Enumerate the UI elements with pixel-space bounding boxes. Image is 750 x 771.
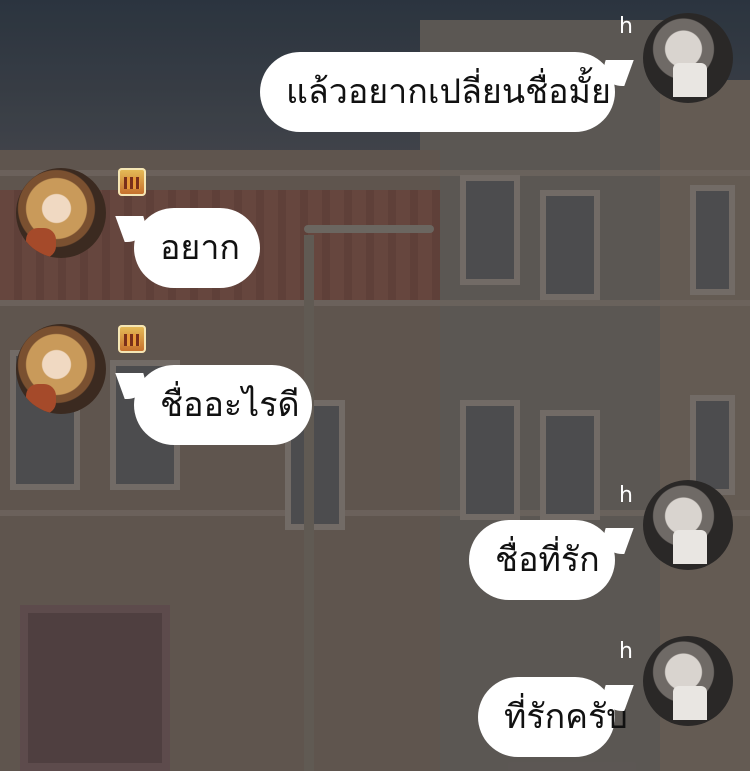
message-bubble[interactable]: ที่รักครับ <box>478 677 628 757</box>
avatar[interactable] <box>16 324 106 414</box>
city-sunset-badge-icon <box>118 325 146 353</box>
sender-label: h <box>619 639 633 664</box>
city-sunset-badge-icon <box>118 168 146 196</box>
avatar[interactable] <box>16 168 106 258</box>
avatar[interactable] <box>643 636 733 726</box>
avatar[interactable] <box>643 13 733 103</box>
sender-label: h <box>619 14 633 39</box>
message-bubble[interactable]: ชื่อที่รัก <box>469 520 615 600</box>
sender-label: h <box>619 483 633 508</box>
chat-thread: h แล้วอยากเปลี่ยนชื่อมั้ย อยาก ชื่ออะไรด… <box>0 0 750 771</box>
message-bubble[interactable]: อยาก <box>134 208 260 288</box>
message-bubble[interactable]: ชื่ออะไรดี <box>134 365 312 445</box>
message-bubble[interactable]: แล้วอยากเปลี่ยนชื่อมั้ย <box>260 52 615 132</box>
avatar[interactable] <box>643 480 733 570</box>
